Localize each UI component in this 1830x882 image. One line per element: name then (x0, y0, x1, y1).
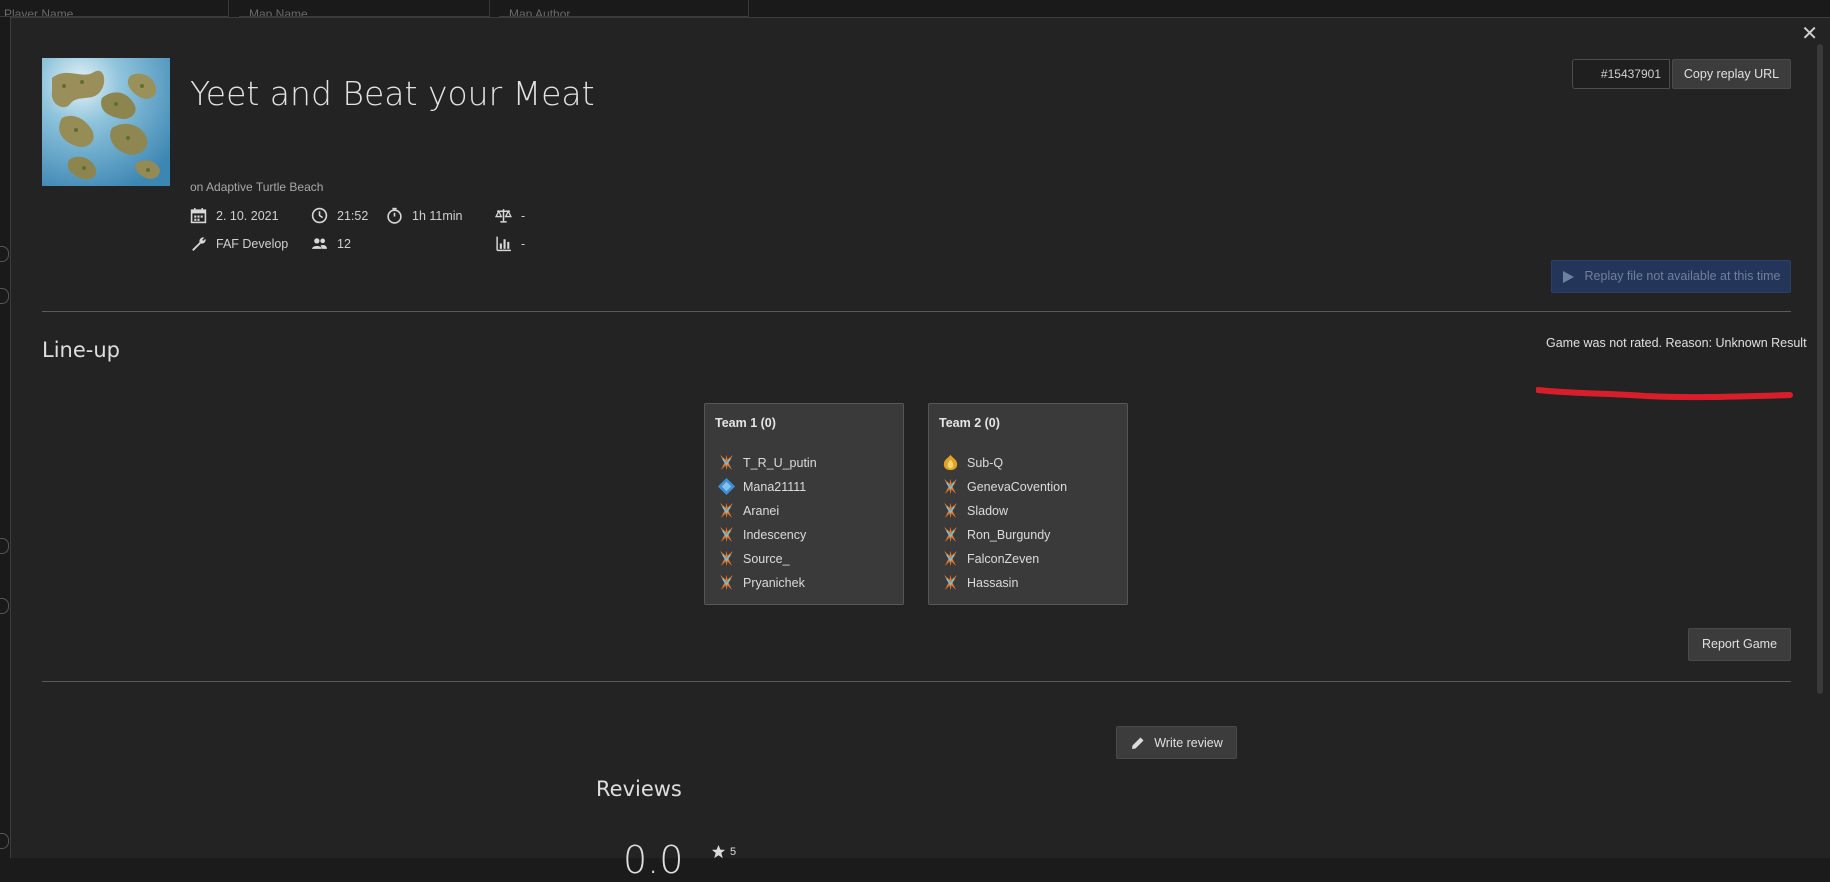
scale-icon (495, 209, 512, 223)
cybran-icon (719, 550, 734, 567)
map-name-label: on Adaptive Turtle Beach (190, 180, 324, 194)
team-1-card: Team 1 (0) T_R_U_putin Mana21111 Aranei … (704, 403, 904, 605)
replay-detail-dialog: ✕ Yeet and Beat your Meat on Adaptive Tu… (10, 17, 1830, 882)
player-entry[interactable]: GenevaCovention (941, 477, 1067, 496)
cybran-icon (719, 574, 734, 591)
people-icon (312, 238, 327, 249)
replay-id-field[interactable]: #15437901 (1572, 59, 1670, 89)
section-divider (42, 681, 1791, 682)
copy-replay-url-button[interactable]: Copy replay URL (1672, 59, 1791, 89)
watch-replay-label: Replay file not available at this time (1584, 269, 1781, 283)
player-name: Hassasin (967, 575, 1019, 590)
background-radio-icon (0, 288, 9, 304)
featured-mod-info: FAF Develop (190, 235, 288, 252)
player-name: T_R_U_putin (743, 455, 817, 470)
player-count-info: 12 (311, 235, 351, 252)
date-info: 2. 10. 2021 (190, 207, 279, 224)
average-rating: 0.0 (623, 838, 684, 882)
player-name-filter[interactable]: Player Name (0, 0, 229, 17)
section-divider (42, 311, 1791, 312)
background-radio-icon (0, 246, 9, 262)
map-thumbnail (42, 58, 170, 186)
reviews-heading: Reviews (596, 777, 682, 801)
team-name: Team 1 (0) (715, 416, 776, 430)
time-value: 21:52 (337, 208, 369, 223)
write-review-label: Write review (1154, 735, 1223, 750)
star-rating-row: 5 (711, 844, 736, 859)
clock-icon (311, 207, 328, 224)
player-entry[interactable]: FalconZeven (941, 549, 1039, 568)
player-entry[interactable]: Hassasin (941, 573, 1018, 592)
player-name: FalconZeven (967, 551, 1040, 566)
replay-title: Yeet and Beat your Meat (190, 74, 595, 113)
rating-stat-info: - (495, 235, 525, 252)
bar-chart-icon (496, 236, 511, 252)
star-icon (711, 844, 726, 859)
balance-info: - (495, 207, 525, 224)
player-entry[interactable]: Pryanichek (717, 573, 805, 592)
background-icon (0, 598, 9, 614)
pencil-icon (1132, 737, 1144, 749)
lineup-heading: Line-up (42, 338, 120, 362)
background-icon (0, 538, 9, 554)
player-name: Pryanichek (743, 575, 805, 590)
player-name: Indescency (743, 527, 807, 542)
player-name: Ron_Burgundy (967, 527, 1051, 542)
cybran-icon (719, 526, 734, 543)
player-name: Source_ (743, 551, 790, 566)
cybran-icon (943, 574, 958, 591)
map-name-filter[interactable]: Map Name (239, 0, 490, 17)
background-icon (0, 833, 9, 849)
player-count-value: 12 (337, 236, 351, 251)
vertical-scrollbar[interactable] (1817, 44, 1823, 694)
background-filter-bar: Player Name Map Name Map Author (0, 0, 1830, 18)
cybran-icon (943, 550, 958, 567)
write-review-button[interactable]: Write review (1116, 726, 1237, 759)
player-entry[interactable]: Aranei (717, 501, 779, 520)
duration-info: 1h 11min (386, 207, 463, 224)
map-author-filter[interactable]: Map Author (499, 0, 749, 17)
player-name: GenevaCovention (967, 479, 1068, 494)
cybran-icon (943, 526, 958, 543)
stopwatch-icon (387, 207, 402, 224)
player-entry[interactable]: Source_ (717, 549, 790, 568)
player-entry[interactable]: T_R_U_putin (717, 453, 817, 472)
date-value: 2. 10. 2021 (216, 208, 279, 223)
seraphim-icon (943, 454, 958, 471)
featured-mod-value: FAF Develop (216, 236, 289, 251)
player-name: Mana21111 (743, 479, 807, 494)
player-entry[interactable]: Ron_Burgundy (941, 525, 1050, 544)
cybran-icon (943, 478, 958, 495)
cybran-icon (943, 502, 958, 519)
team-name: Team 2 (0) (939, 416, 1000, 430)
aeon-icon (717, 477, 736, 496)
player-entry[interactable]: Sladow (941, 501, 1008, 520)
wrench-icon (192, 237, 206, 251)
cybran-icon (719, 454, 734, 471)
team-2-card: Team 2 (0) Sub-Q GenevaCovention Sladow … (928, 403, 1128, 605)
report-game-button[interactable]: Report Game (1688, 628, 1791, 661)
time-info: 21:52 (311, 207, 368, 224)
player-entry[interactable]: Indescency (717, 525, 806, 544)
player-name: Sub-Q (967, 455, 1004, 470)
rating-notice: Game was not rated. Reason: Unknown Resu… (1546, 336, 1807, 350)
balance-value: - (521, 208, 526, 223)
play-icon (1562, 270, 1574, 283)
player-entry[interactable]: Sub-Q (941, 453, 1003, 472)
rating-stat-value: - (521, 236, 526, 251)
cybran-icon (719, 502, 734, 519)
star-level: 5 (730, 845, 737, 858)
watch-replay-button[interactable]: Replay file not available at this time (1551, 260, 1791, 293)
player-name: Sladow (967, 503, 1008, 518)
red-annotation-underline (1536, 387, 1793, 401)
close-icon[interactable]: ✕ (1801, 24, 1818, 44)
calendar-icon (190, 208, 207, 224)
player-name: Aranei (743, 503, 780, 518)
duration-value: 1h 11min (412, 208, 463, 223)
player-entry[interactable]: Mana21111 (717, 477, 806, 496)
